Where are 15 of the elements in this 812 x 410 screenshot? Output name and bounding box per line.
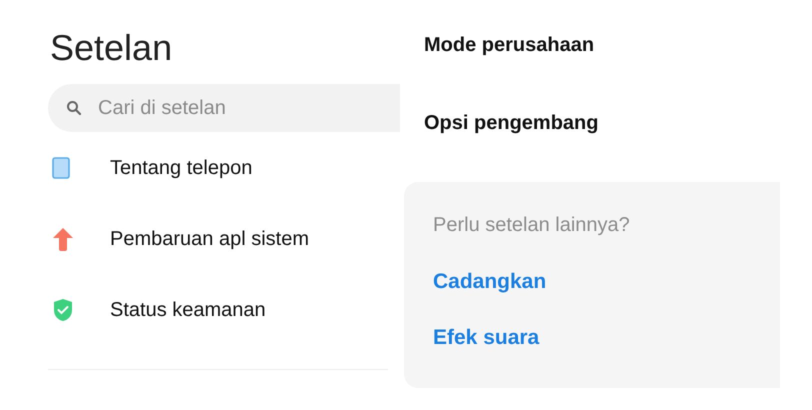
suggestion-link[interactable]: Efek suara	[433, 322, 780, 353]
page-title: Setelan	[50, 26, 174, 70]
suggestion-heading: Perlu setelan lainnya?	[433, 213, 631, 238]
settings-item[interactable]: Mode perusahaan	[404, 30, 812, 108]
search-icon	[66, 100, 82, 116]
phone-icon	[52, 156, 70, 178]
settings-item[interactable]: Tentang telepon	[48, 132, 400, 203]
shield-icon	[52, 298, 74, 322]
suggestion-link[interactable]: Cadangkan	[433, 266, 780, 298]
search-bar[interactable]: Cari di setelan	[48, 84, 400, 132]
search-field[interactable]: Cari di setelan	[96, 92, 356, 124]
up-arrow-icon	[52, 226, 74, 250]
settings-item[interactable]: Pembaruan apl sistem	[48, 203, 400, 274]
settings-item[interactable]: Opsi pengembang	[404, 108, 812, 186]
settings-item[interactable]: Status keamanan	[48, 274, 400, 345]
